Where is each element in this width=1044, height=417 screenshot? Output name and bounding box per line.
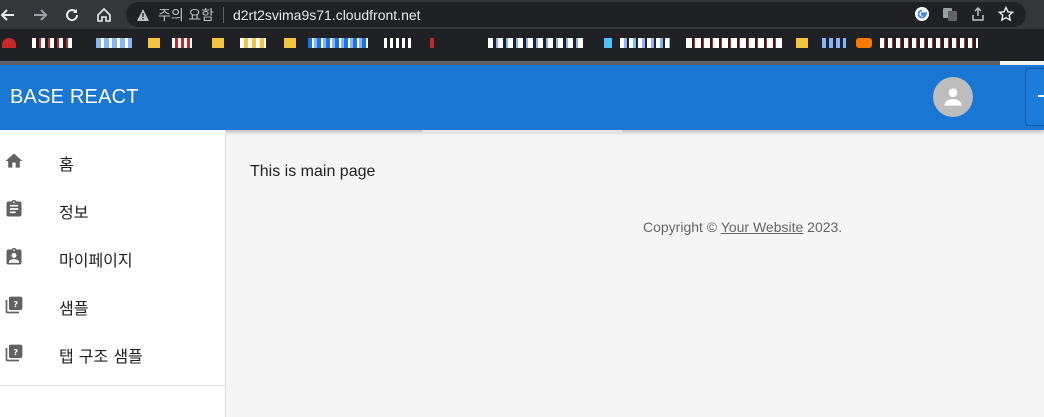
browser-toolbar: 주의 요함 d2rt2svima9s71.cloudfront.net [0, 0, 1044, 29]
google-icon[interactable] [914, 6, 930, 22]
bookmark-item[interactable] [172, 38, 192, 48]
sidebar: 홈 정보 마이페이지 ? 샘플 ? 탭 구조 샘플 [0, 130, 226, 417]
website-link[interactable]: Your Website [721, 219, 804, 235]
security-warning-text: 주의 요함 [158, 7, 214, 24]
person-icon [944, 88, 962, 106]
bookmark-item[interactable] [822, 38, 846, 48]
bookmark-item[interactable] [430, 38, 434, 48]
sidebar-divider [0, 385, 225, 386]
header-menu-button[interactable] [1025, 68, 1044, 126]
sidebar-item-home[interactable]: 홈 [0, 137, 225, 185]
share-icon[interactable] [970, 6, 986, 22]
library-question-icon: ? [4, 341, 24, 365]
main-page-text: This is main page [250, 163, 376, 180]
bookmark-item[interactable] [880, 38, 978, 48]
translate-icon[interactable] [942, 6, 958, 22]
sidebar-item-label: 정보 [59, 203, 89, 222]
assignment-ind-icon [4, 245, 24, 269]
bookmark-item[interactable] [796, 38, 808, 48]
bookmark-item[interactable] [488, 38, 584, 48]
app-bar: BASE REACT [0, 65, 1044, 130]
sidebar-item-mypage[interactable]: 마이페이지 [0, 233, 225, 281]
bookmark-item[interactable] [240, 38, 266, 48]
address-bar[interactable]: 주의 요함 d2rt2svima9s71.cloudfront.net [126, 2, 1026, 27]
warning-icon [136, 8, 150, 22]
home-icon [4, 149, 24, 173]
back-icon[interactable] [0, 0, 22, 29]
reload-icon[interactable] [58, 0, 86, 29]
bookmark-item[interactable] [856, 38, 872, 48]
sidebar-item-label: 샘플 [59, 299, 89, 318]
bookmark-item[interactable] [96, 38, 132, 48]
svg-text:?: ? [13, 299, 18, 309]
bookmark-item[interactable] [148, 38, 160, 48]
sidebar-item-sample[interactable]: ? 샘플 [0, 281, 225, 329]
bookmark-item[interactable] [212, 38, 224, 48]
copyright-prefix: Copyright © [643, 219, 721, 235]
avatar[interactable] [933, 77, 973, 117]
sidebar-item-label: 마이페이지 [59, 251, 133, 270]
sidebar-item-label: 홈 [59, 155, 74, 174]
home-icon[interactable] [90, 0, 118, 29]
tab-indicator [422, 130, 622, 133]
sidebar-item-tab-sample[interactable]: ? 탭 구조 샘플 [0, 329, 225, 377]
bookmark-item[interactable] [620, 38, 670, 48]
copyright-suffix: 2023. [803, 219, 843, 235]
star-icon[interactable] [998, 6, 1014, 22]
url-text[interactable]: d2rt2svima9s71.cloudfront.net [233, 7, 421, 23]
bookmark-item[interactable] [284, 38, 296, 48]
sidebar-item-info[interactable]: 정보 [0, 185, 225, 233]
copyright-footer: Copyright © Your Website 2023. [643, 219, 842, 235]
app-title[interactable]: BASE REACT [10, 86, 139, 109]
bookmarks-bar [0, 29, 1044, 61]
omnibox-separator [222, 6, 224, 23]
svg-text:?: ? [13, 347, 18, 357]
bookmark-item[interactable] [604, 38, 612, 48]
clipboard-icon [4, 197, 24, 221]
bookmark-item[interactable] [686, 38, 782, 48]
sidebar-item-label: 탭 구조 샘플 [59, 347, 143, 366]
bookmark-item[interactable] [384, 38, 414, 48]
library-question-icon: ? [4, 293, 24, 317]
bookmark-item[interactable] [2, 38, 16, 48]
bookmark-item[interactable] [308, 38, 368, 48]
bookmark-item[interactable] [32, 38, 74, 48]
forward-icon[interactable] [26, 0, 54, 29]
